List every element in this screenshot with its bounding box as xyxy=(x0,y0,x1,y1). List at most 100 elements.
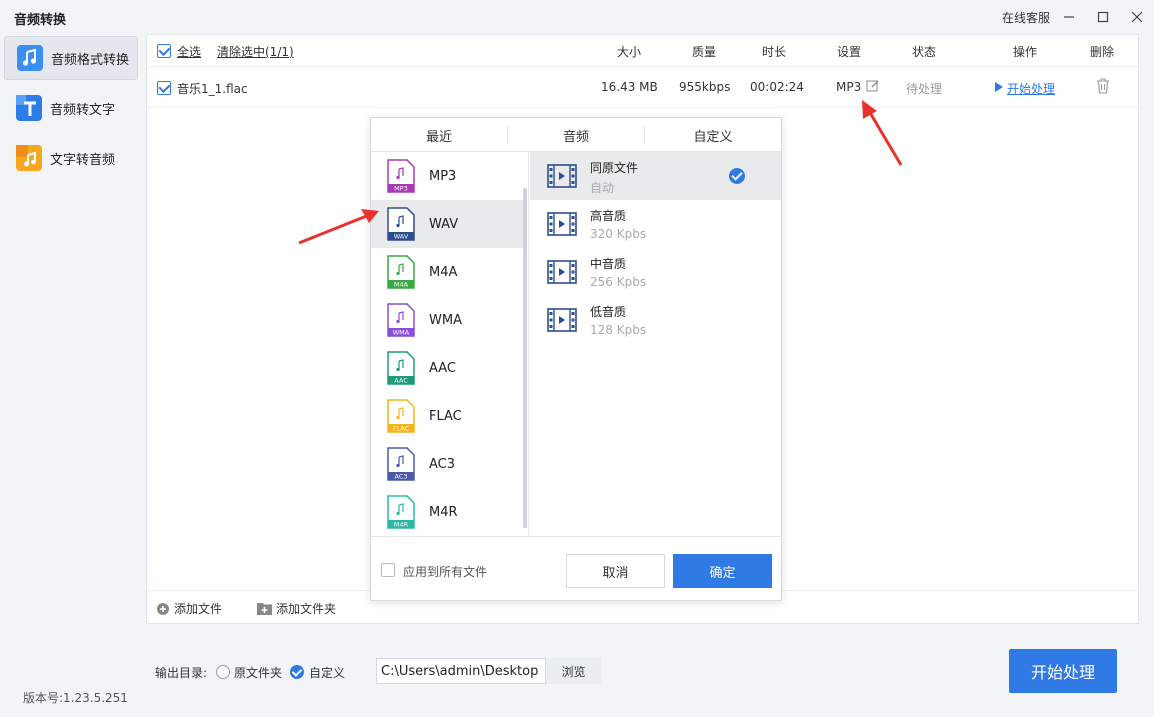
svg-text:M4A: M4A xyxy=(394,281,409,289)
cancel-button[interactable]: 取消 xyxy=(566,554,665,588)
format-name: M4A xyxy=(429,264,458,280)
add-file-button[interactable]: 添加文件 xyxy=(156,600,222,617)
wma-file-icon: WMA xyxy=(387,303,415,337)
file-size: 16.43 MB xyxy=(601,80,658,94)
check-circle-icon xyxy=(729,168,745,184)
column-status: 状态 xyxy=(912,45,937,59)
format-name: MP3 xyxy=(429,168,457,184)
maximize-icon xyxy=(1097,11,1109,23)
format-name: FLAC xyxy=(429,408,462,424)
output-directory-label: 输出目录: xyxy=(155,666,208,680)
plus-circle-icon xyxy=(157,602,169,615)
quality-rate: 320 Kpbs xyxy=(590,227,647,241)
format-picker-dialog: 最近 音频 自定义 MP3 MP3 WAV WAV M4A M4A WMA WM… xyxy=(370,117,782,601)
sidebar-item-audio-format-convert[interactable]: 音频格式转换 xyxy=(4,36,138,80)
video-film-icon xyxy=(547,260,577,284)
format-item-ac3[interactable]: AC3 AC3 xyxy=(371,440,523,488)
quality-item-original[interactable]: 同原文件 自动 xyxy=(530,152,781,200)
apply-to-all-label: 应用到所有文件 xyxy=(403,565,488,579)
format-name: AC3 xyxy=(429,456,456,472)
format-list-scrollbar[interactable] xyxy=(523,188,527,528)
trash-icon[interactable] xyxy=(1096,78,1110,94)
format-name: WMA xyxy=(429,312,462,328)
m4a-file-icon: M4A xyxy=(387,255,415,289)
online-support-link[interactable]: 在线客服 xyxy=(1002,9,1050,26)
quality-rate: 128 Kpbs xyxy=(590,323,647,337)
quality-list: 同原文件 自动 高音质 320 Kpbs 中音质 256 Kpbs 低音质 12… xyxy=(530,152,781,536)
quality-rate: 自动 xyxy=(590,181,615,195)
format-item-wma[interactable]: WMA WMA xyxy=(371,296,523,344)
text-to-music-icon xyxy=(16,145,42,171)
quality-item-high[interactable]: 高音质 320 Kpbs xyxy=(530,200,781,248)
aac-file-icon: AAC xyxy=(387,351,415,385)
format-item-wav[interactable]: WAV WAV xyxy=(371,200,523,248)
output-format[interactable]: MP3 xyxy=(836,80,861,94)
start-processing-button[interactable]: 开始处理 xyxy=(1009,649,1117,693)
browse-button[interactable]: 浏览 xyxy=(546,658,601,684)
close-button[interactable] xyxy=(1126,6,1148,28)
format-name: AAC xyxy=(429,360,456,376)
music-note-icon xyxy=(17,45,43,71)
format-item-flac[interactable]: FLAC FLAC xyxy=(371,392,523,440)
sidebar-item-label: 音频转文字 xyxy=(50,102,116,118)
ac3-file-icon: AC3 xyxy=(387,447,415,481)
output-path-input[interactable] xyxy=(376,658,546,684)
custom-folder-label: 自定义 xyxy=(309,666,346,680)
svg-text:FLAC: FLAC xyxy=(393,425,410,433)
format-item-aac[interactable]: AAC AAC xyxy=(371,344,523,392)
video-film-icon xyxy=(547,308,577,332)
select-all-checkbox[interactable] xyxy=(157,44,171,58)
svg-text:MP3: MP3 xyxy=(394,185,408,193)
svg-text:AC3: AC3 xyxy=(394,473,407,481)
play-icon xyxy=(995,82,1003,92)
svg-text:WMA: WMA xyxy=(393,329,410,337)
sidebar-item-label: 音频格式转换 xyxy=(51,52,130,68)
quality-name: 高音质 xyxy=(590,209,627,223)
tab-custom[interactable]: 自定义 xyxy=(645,118,781,152)
svg-text:M4R: M4R xyxy=(394,521,409,529)
close-icon xyxy=(1131,11,1143,23)
column-action: 操作 xyxy=(1013,45,1038,59)
row-checkbox[interactable] xyxy=(157,81,171,95)
sidebar-item-text-to-audio[interactable]: 文字转音频 xyxy=(4,136,138,180)
sidebar: 音频格式转换 音频转文字 文字转音频 xyxy=(0,34,141,717)
add-file-label: 添加文件 xyxy=(174,602,223,616)
select-all-link[interactable]: 全选 xyxy=(177,43,201,60)
edit-icon[interactable] xyxy=(866,79,880,93)
format-item-mp3[interactable]: MP3 MP3 xyxy=(371,152,523,200)
tab-recent[interactable]: 最近 xyxy=(371,118,507,152)
quality-name: 中音质 xyxy=(590,257,627,271)
format-name: WAV xyxy=(429,216,459,232)
tab-audio[interactable]: 音频 xyxy=(508,118,644,152)
format-name: M4R xyxy=(429,504,458,520)
app-title: 音频转换 xyxy=(14,13,67,28)
folder-plus-icon xyxy=(257,603,272,615)
quality-item-low[interactable]: 低音质 128 Kpbs xyxy=(530,296,781,344)
video-film-icon xyxy=(547,164,577,188)
table-header: 全选 清除选中(1/1) 大小 质量 时长 设置 状态 操作 删除 xyxy=(147,35,1138,67)
sidebar-item-audio-to-text[interactable]: 音频转文字 xyxy=(4,86,138,130)
title-bar: 音频转换 在线客服 xyxy=(0,0,1154,34)
start-processing-link[interactable]: 开始处理 xyxy=(1007,80,1055,97)
quality-item-medium[interactable]: 中音质 256 Kpbs xyxy=(530,248,781,296)
format-item-m4r[interactable]: M4R M4R xyxy=(371,488,523,536)
minimize-button[interactable] xyxy=(1058,6,1080,28)
quality-name: 同原文件 xyxy=(590,161,639,175)
confirm-button[interactable]: 确定 xyxy=(673,554,772,588)
file-status: 待处理 xyxy=(906,82,943,96)
flac-file-icon: FLAC xyxy=(387,399,415,433)
maximize-button[interactable] xyxy=(1092,6,1114,28)
minimize-icon xyxy=(1064,16,1074,18)
quality-name: 低音质 xyxy=(590,305,627,319)
wav-file-icon: WAV xyxy=(387,207,415,241)
mp3-file-icon: MP3 xyxy=(387,159,415,193)
apply-to-all-checkbox[interactable] xyxy=(381,563,395,577)
radio-original-folder[interactable] xyxy=(216,665,230,679)
table-row[interactable]: 音乐1_1.flac 16.43 MB 955kbps 00:02:24 MP3… xyxy=(147,68,1138,108)
radio-custom-folder[interactable] xyxy=(290,665,304,679)
column-duration: 时长 xyxy=(762,45,787,59)
add-folder-button[interactable]: 添加文件夹 xyxy=(257,600,336,617)
clear-selection-link[interactable]: 清除选中(1/1) xyxy=(217,43,294,60)
column-delete: 删除 xyxy=(1090,45,1115,59)
format-item-m4a[interactable]: M4A M4A xyxy=(371,248,523,296)
